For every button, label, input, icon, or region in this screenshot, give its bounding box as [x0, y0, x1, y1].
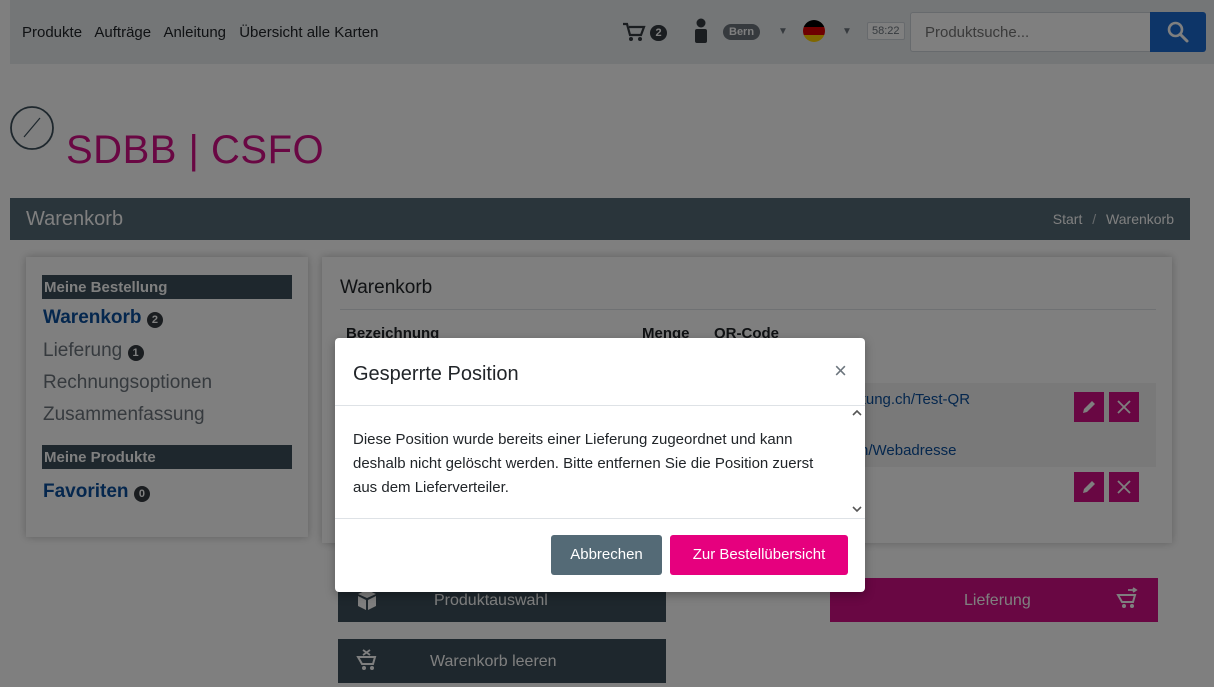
scroll-up-icon [852, 409, 862, 416]
divider [335, 405, 865, 406]
dialog-message: Diese Position wurde bereits einer Liefe… [353, 431, 814, 496]
close-icon[interactable]: × [834, 358, 847, 384]
dialog-scrollbar[interactable] [849, 406, 865, 518]
go-to-order-overview-button[interactable]: Zur Bestellübersicht [670, 535, 848, 575]
page: Produkte Aufträge Anleitung Übersicht al… [0, 0, 1214, 687]
divider [335, 518, 865, 519]
scroll-down-icon [852, 506, 862, 513]
dialog-title: Gesperrte Position [353, 363, 519, 385]
cancel-button[interactable]: Abbrechen [551, 535, 662, 575]
locked-position-dialog: Gesperrte Position × Diese Position wurd… [335, 338, 865, 592]
